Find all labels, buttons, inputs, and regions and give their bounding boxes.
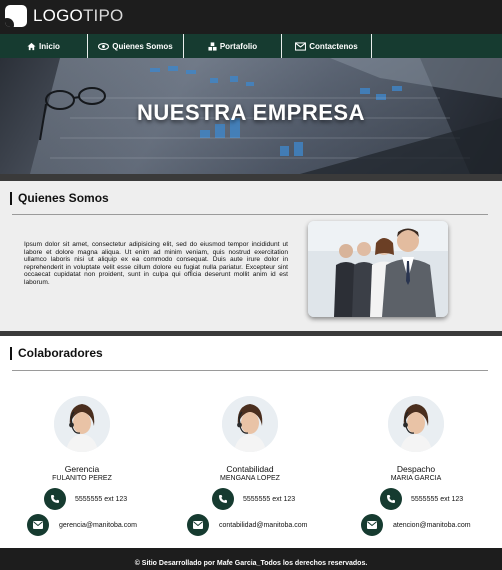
phone-icon (387, 495, 395, 503)
email-contact: gerencia@manitoba.com (27, 514, 137, 536)
phone-contact: 5555555 ext 123 (44, 488, 127, 510)
collaborator-name: MARIA GARCIA (390, 475, 442, 482)
heading-marker (10, 191, 12, 205)
nav-item-label: Inicio (39, 41, 60, 51)
site-header: LOGOTIPO (0, 0, 502, 34)
nav-item-inicio[interactable]: Inicio (0, 34, 88, 58)
collaborator-role: Despacho (396, 464, 436, 474)
logo-text-part-2: TIPO (82, 6, 124, 25)
hero-banner: NUESTRA EMPRESA (0, 58, 502, 174)
collaborator-card: Contabilidad MENGANA LOPEZ (180, 396, 320, 482)
nav-item-quienes-somos[interactable]: Quienes Somos (88, 34, 184, 58)
avatar (222, 396, 278, 452)
hero-title: NUESTRA EMPRESA (137, 100, 365, 125)
phone-text: 5555555 ext 123 (75, 495, 128, 503)
logo-text-part-1: LOGO (33, 6, 83, 25)
cubes-icon (208, 41, 217, 51)
envelope-icon (367, 521, 377, 529)
avatar (54, 396, 110, 452)
avatar-image (222, 396, 278, 452)
phone-button[interactable] (212, 488, 234, 510)
divider-band (0, 174, 502, 181)
avatar-image (54, 396, 110, 452)
footer-text: © Sitio Desarrollado por Mafe Garcia_Tod… (134, 560, 368, 567)
collaborators-heading: Colaboradores (10, 346, 103, 360)
main-nav: Inicio Quienes Somos Portafolio Contacte… (0, 34, 502, 58)
collaborators-section: Colaboradores Gerencia FULANITO PEREZ Co… (0, 336, 502, 548)
about-heading: Quienes Somos (10, 191, 109, 205)
envelope-icon (295, 41, 307, 51)
nav-item-label: Contactenos (309, 41, 358, 51)
envelope-icon (193, 521, 203, 529)
nav-item-label: Portafolio (219, 41, 258, 51)
about-paragraph: Ipsum dolor sit amet, consectetur adipis… (24, 241, 288, 286)
email-text[interactable]: gerencia@manitoba.com (59, 522, 137, 529)
collaborator-role: Gerencia (64, 464, 100, 474)
collaborator-role: Contabilidad (226, 464, 274, 474)
page: LOGOTIPO Inicio Quienes Somos Portafolio… (0, 0, 502, 570)
nav-item-portafolio[interactable]: Portafolio (184, 34, 282, 58)
phone-icon (219, 495, 227, 503)
nav-item-label: Quienes Somos (112, 41, 173, 51)
collaborator-card: Despacho MARIA GARCIA (346, 396, 486, 482)
email-contact: contabilidad@manitoba.com (187, 514, 307, 536)
email-contact: atencion@manitoba.com (361, 514, 471, 536)
eye-icon (98, 42, 110, 50)
email-text[interactable]: contabilidad@manitoba.com (219, 522, 307, 529)
about-title: Quienes Somos (18, 191, 109, 205)
email-button[interactable] (361, 514, 383, 536)
phone-icon (51, 495, 59, 503)
site-footer: © Sitio Desarrollado por Mafe Garcia_Tod… (0, 548, 502, 570)
email-button[interactable] (27, 514, 49, 536)
email-text[interactable]: atencion@manitoba.com (393, 522, 471, 529)
envelope-icon (33, 521, 43, 529)
collaborator-name: MENGANA LOPEZ (220, 475, 280, 482)
about-divider (12, 214, 488, 215)
collaborators-title: Colaboradores (18, 346, 103, 360)
phone-button[interactable] (44, 488, 66, 510)
phone-text: 5555555 ext 123 (411, 495, 464, 503)
logo-text: LOGOTIPO (33, 5, 123, 27)
collaborator-card: Gerencia FULANITO PEREZ (12, 396, 152, 482)
email-button[interactable] (187, 514, 209, 536)
collaborator-name: FULANITO PEREZ (52, 475, 112, 482)
heading-marker (10, 346, 12, 360)
phone-button[interactable] (380, 488, 402, 510)
home-icon (27, 42, 36, 50)
team-photo-image (308, 221, 448, 317)
collaborators-divider (12, 370, 488, 371)
phone-text: 5555555 ext 123 (243, 495, 296, 503)
phone-contact: 5555555 ext 123 (380, 488, 463, 510)
avatar (388, 396, 444, 452)
team-photo (308, 221, 448, 317)
logo-mark-icon (5, 5, 27, 27)
nav-item-contactenos[interactable]: Contactenos (282, 34, 372, 58)
about-section: Quienes Somos Ipsum dolor sit amet, cons… (0, 181, 502, 331)
phone-contact: 5555555 ext 123 (212, 488, 295, 510)
logo[interactable]: LOGOTIPO (5, 5, 123, 27)
avatar-image (388, 396, 444, 452)
